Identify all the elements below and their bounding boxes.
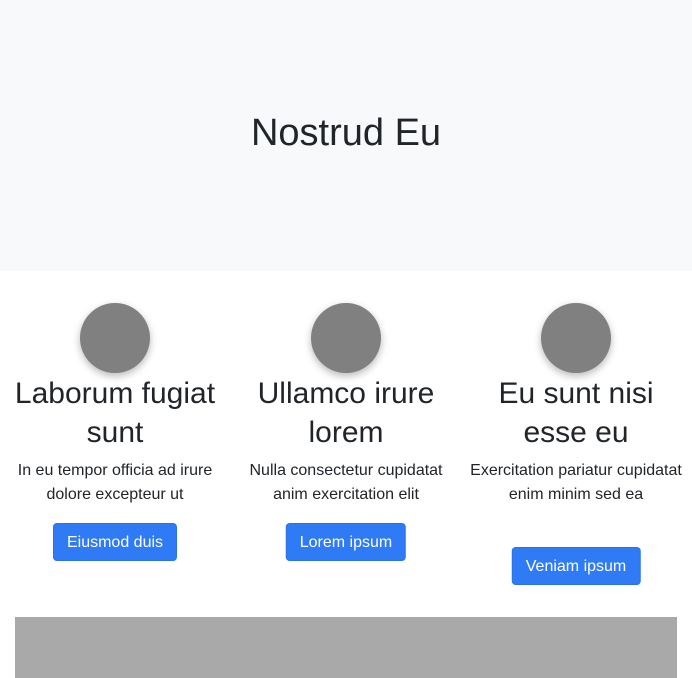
feature-image-placeholder — [541, 303, 611, 373]
feature-image-placeholder — [311, 303, 381, 373]
feature-title: Ullamco irure lorem — [257, 377, 435, 449]
feature-title: Eu sunt nisi esse eu — [498, 377, 654, 449]
feature-title: Laborum fugiat sunt — [14, 377, 216, 449]
feature-button[interactable]: Eiusmod duis — [52, 523, 178, 561]
feature-text: Nulla consectetur cupidatat anim exercit… — [249, 462, 443, 503]
gray-section — [15, 617, 677, 678]
features-section: Laborum fugiat sunt In eu tempor officia… — [0, 271, 692, 617]
feature-text: In eu tempor officia ad irure dolore exc… — [17, 462, 213, 503]
feature-button[interactable]: Veniam ipsum — [511, 547, 641, 585]
hero-title: Nostrud Eu — [250, 112, 442, 154]
hero-section: Nostrud Eu — [0, 0, 692, 271]
feature-image-placeholder — [80, 303, 150, 373]
feature-text: Exercitation pariatur cupidatat enim min… — [470, 462, 682, 503]
feature-button[interactable]: Lorem ipsum — [285, 523, 407, 561]
